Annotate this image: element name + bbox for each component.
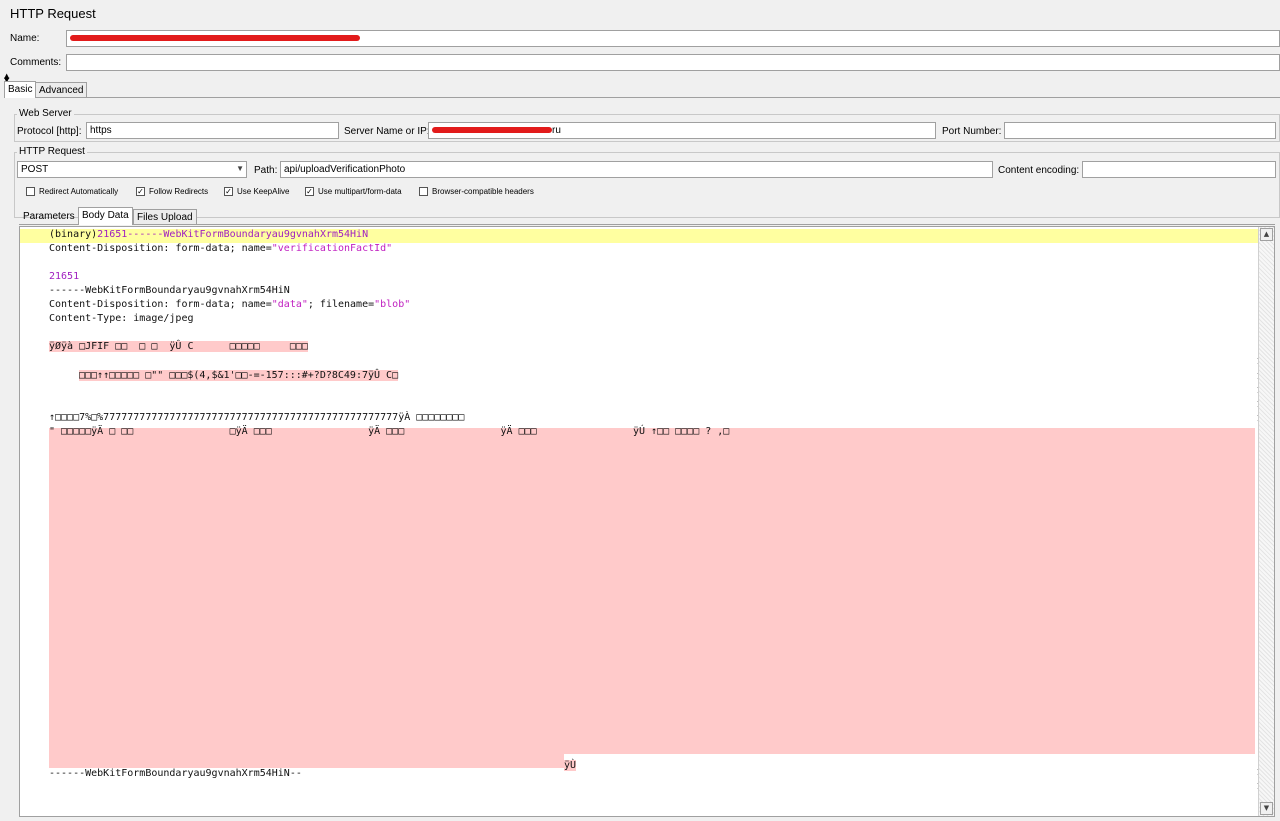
server-label: Server Name or IP: — [344, 126, 430, 137]
encoding-input[interactable] — [1082, 161, 1276, 178]
code-line: Content-Type: image/jpeg — [49, 313, 194, 324]
tab-body-data[interactable]: Body Data — [78, 207, 133, 225]
browser-compatible-headers-checkbox[interactable]: Browser-compatible headers — [419, 187, 534, 196]
name-input[interactable] — [66, 30, 1280, 47]
check-icon: ✓ — [305, 186, 314, 196]
body-tab-strip — [19, 224, 1275, 225]
redaction-mark — [70, 35, 360, 42]
code-line: ÿØÿà □JFIF □□ □ □ ÿÛ C □□□□□ □□□ — [49, 341, 308, 352]
code-line: (binary)21651------WebKitFormBoundaryau9… — [49, 229, 369, 240]
code-line: ------WebKitFormBoundaryau9gvnahXrm54HiN… — [49, 768, 302, 779]
use-multipart-checkbox[interactable]: ✓ Use multipart/form-data — [305, 187, 402, 196]
name-label: Name: — [10, 33, 40, 44]
tab-strip — [4, 97, 1280, 98]
path-label: Path: — [254, 165, 278, 176]
chevron-down-icon: ▼ — [236, 164, 244, 173]
path-input[interactable]: api/uploadVerificationPhoto — [280, 161, 993, 178]
check-icon: ✓ — [224, 186, 233, 196]
checkbox-box — [419, 187, 428, 196]
use-keepalive-checkbox[interactable]: ✓ Use KeepAlive — [224, 187, 289, 196]
code-line: 21651 — [49, 271, 80, 282]
method-value: POST — [21, 164, 49, 175]
check-icon: ✓ — [136, 186, 145, 196]
arrow-down-icon[interactable]: ▼ — [1260, 802, 1273, 815]
code-line: □□□↑↑□□□□□ □"" □□□$(4,$&1'□□-=-157:::#+?… — [79, 370, 399, 381]
comments-input[interactable] — [66, 54, 1280, 71]
web-server-legend: Web Server — [17, 108, 74, 119]
http-request-legend: HTTP Request — [17, 146, 87, 157]
code-line: ------WebKitFormBoundaryau9gvnahXrm54HiN — [49, 285, 290, 296]
redaction-mark — [432, 127, 552, 134]
encoding-label: Content encoding: — [998, 165, 1080, 176]
method-select[interactable]: POST ▼ — [17, 161, 247, 178]
body-data-editor[interactable]: 1 2 3 4 5 6 7 8 9 10 11 12 13 14 15 16 (… — [19, 226, 1275, 817]
panel-title: HTTP Request — [10, 6, 96, 21]
tab-advanced[interactable]: Advanced — [35, 82, 88, 97]
code-line: ↑□□□□7%□%7777777777777777777777777777777… — [49, 412, 465, 423]
checkbox-box — [26, 187, 35, 196]
tab-parameters[interactable]: Parameters — [20, 209, 78, 224]
follow-redirects-checkbox[interactable]: ✓ Follow Redirects — [136, 187, 208, 196]
server-suffix: ru — [552, 125, 561, 136]
comments-label: Comments: — [10, 57, 62, 68]
tab-basic[interactable]: Basic — [4, 81, 37, 98]
editor-vertical-scrollbar[interactable]: ▲ ▼ — [1258, 227, 1274, 816]
protocol-input[interactable]: https — [86, 122, 339, 139]
redirect-automatically-checkbox[interactable]: Redirect Automatically — [26, 187, 118, 196]
server-input[interactable]: ru — [428, 122, 936, 139]
binary-highlight-block — [49, 428, 1255, 754]
protocol-label: Protocol [http]: — [17, 126, 82, 137]
code-line: Content-Disposition: form-data; name="ve… — [49, 243, 393, 254]
port-input[interactable] — [1004, 122, 1276, 139]
code-line: ÿÙ — [49, 754, 1255, 771]
port-label: Port Number: — [942, 126, 1002, 137]
arrow-up-icon[interactable]: ▲ — [1260, 228, 1273, 241]
code-line: Content-Disposition: form-data; name="da… — [49, 299, 411, 310]
code-line: " □□□□□ÿÄ □ □□ □ÿÄ □□□ ÿÄ □□□ ÿÄ □□□ ÿÚ … — [49, 426, 730, 437]
tab-files-upload[interactable]: Files Upload — [133, 209, 197, 224]
